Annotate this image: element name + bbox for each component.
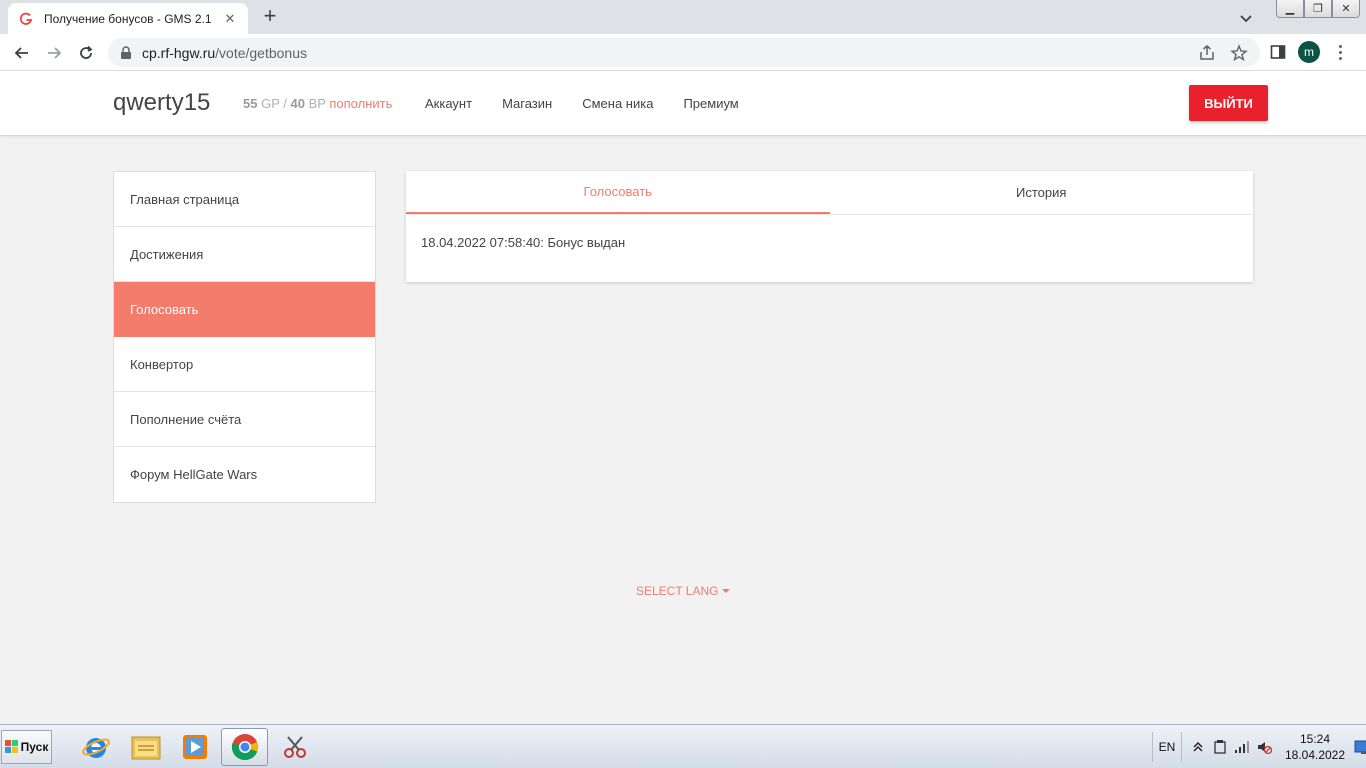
reload-icon [80,45,93,59]
taskbar-snipping-tool[interactable] [271,728,318,766]
sidebar-item-forum[interactable]: Форум HellGate Wars [114,447,375,502]
sidebar-item-converter[interactable]: Конвертор [114,337,375,392]
chrome-icon [231,734,258,761]
nav-shop[interactable]: Магазин [502,96,552,111]
taskbar: Пуск EN 15:24 18.04.2022 [0,724,1366,768]
tab-history[interactable]: История [830,171,1254,214]
sidebar-item-vote[interactable]: Голосовать [114,282,375,337]
media-player-icon [182,735,207,759]
select-lang-dropdown[interactable]: SELECT LANG [636,584,731,598]
nav-premium[interactable]: Премиум [683,96,738,111]
browser-tabstrip: Получение бонусов - GMS 2.1 ✕ + ▁ ❐ ✕ [0,0,1366,34]
folder-icon [131,736,160,760]
start-label: Пуск [20,740,49,754]
browser-toolbar: cp.rf-hgw.ru/vote/getbonus m [0,34,1366,71]
share-icon[interactable] [1198,44,1216,62]
vote-card: Голосовать История 18.04.2022 07:58:40: … [406,171,1253,282]
tab-search-chevron-icon[interactable] [1236,8,1256,28]
nav-account[interactable]: Аккаунт [425,96,472,111]
reload-button[interactable] [74,41,98,65]
window-controls: ▁ ❐ ✕ [1276,0,1360,18]
url-path: /vote/getbonus [215,44,307,61]
topup-link[interactable]: пополнить [329,96,392,111]
sidebar-item-topup[interactable]: Пополнение счёта [114,392,375,447]
profile-avatar[interactable]: m [1298,41,1320,63]
sidebar-item-achievements[interactable]: Достижения [114,227,375,282]
clock-date: 18.04.2022 [1284,748,1346,762]
back-arrow-icon [14,47,28,59]
url-host: cp.rf-hgw.ru [142,44,216,61]
bp-value: 40 [290,96,305,111]
back-button[interactable] [10,41,34,65]
taskbar-media-player[interactable] [171,728,218,766]
top-nav: Аккаунт Магазин Смена ника Премиум [425,96,739,111]
tab-vote[interactable]: Голосовать [406,171,830,214]
browser-tab[interactable]: Получение бонусов - GMS 2.1 ✕ [8,3,248,34]
window-close-button[interactable]: ✕ [1332,0,1360,18]
system-tray: EN 15:24 18.04.2022 [1152,725,1366,768]
show-hidden-icons-icon[interactable] [1190,739,1206,755]
address-bar[interactable]: cp.rf-hgw.ru/vote/getbonus [108,38,1260,67]
browser-menu-icon[interactable] [1332,41,1348,63]
volume-muted-icon[interactable] [1256,739,1272,755]
content-tabs: Голосовать История [406,171,1253,215]
gp-value: 55 [243,96,258,111]
forward-button[interactable] [42,41,66,65]
windows-logo-icon [4,740,18,753]
internet-explorer-icon [81,738,110,758]
tab-title: Получение бонусов - GMS 2.1 [44,11,212,26]
caret-down-icon [722,589,731,593]
username: qwerty15 [113,89,211,116]
network-signal-icon[interactable] [1234,739,1250,755]
sidebar: Главная страница Достижения Голосовать К… [113,171,376,503]
clock[interactable]: 15:24 18.04.2022 [1280,731,1350,763]
taskbar-ie[interactable] [72,728,119,766]
lock-icon [121,45,131,59]
minimize-button[interactable]: ▁ [1276,0,1304,18]
bp-unit: BP [308,96,326,111]
taskbar-chrome[interactable] [221,728,268,766]
restore-button[interactable]: ❐ [1304,0,1332,18]
forward-arrow-icon [48,47,62,59]
device-icon[interactable] [1212,739,1228,755]
side-panel-icon[interactable] [1270,44,1286,60]
gp-unit: GP [261,96,280,111]
balance: 55 GP / 40 BP пополнить [243,96,392,111]
balance-separator: / [283,96,287,111]
close-tab-icon[interactable]: ✕ [222,11,238,27]
select-lang-label: SELECT LANG [636,584,719,598]
new-tab-button[interactable]: + [258,5,282,29]
taskbar-explorer[interactable] [122,728,169,766]
logout-button[interactable]: ВЫЙТИ [1189,85,1268,121]
language-indicator[interactable]: EN [1152,732,1182,762]
site-favicon-icon [19,12,33,25]
bonus-message: 18.04.2022 07:58:40: Бонус выдан [421,235,626,250]
nav-change-nick[interactable]: Смена ника [582,96,653,111]
bookmark-star-icon[interactable] [1230,44,1248,62]
start-button[interactable]: Пуск [1,730,52,764]
show-desktop-icon[interactable] [1354,739,1366,755]
site-header: qwerty15 55 GP / 40 BP пополнить Аккаунт… [0,71,1366,136]
scissors-icon [283,736,306,758]
sidebar-item-home[interactable]: Главная страница [114,172,375,227]
clock-time: 15:24 [1299,732,1331,746]
